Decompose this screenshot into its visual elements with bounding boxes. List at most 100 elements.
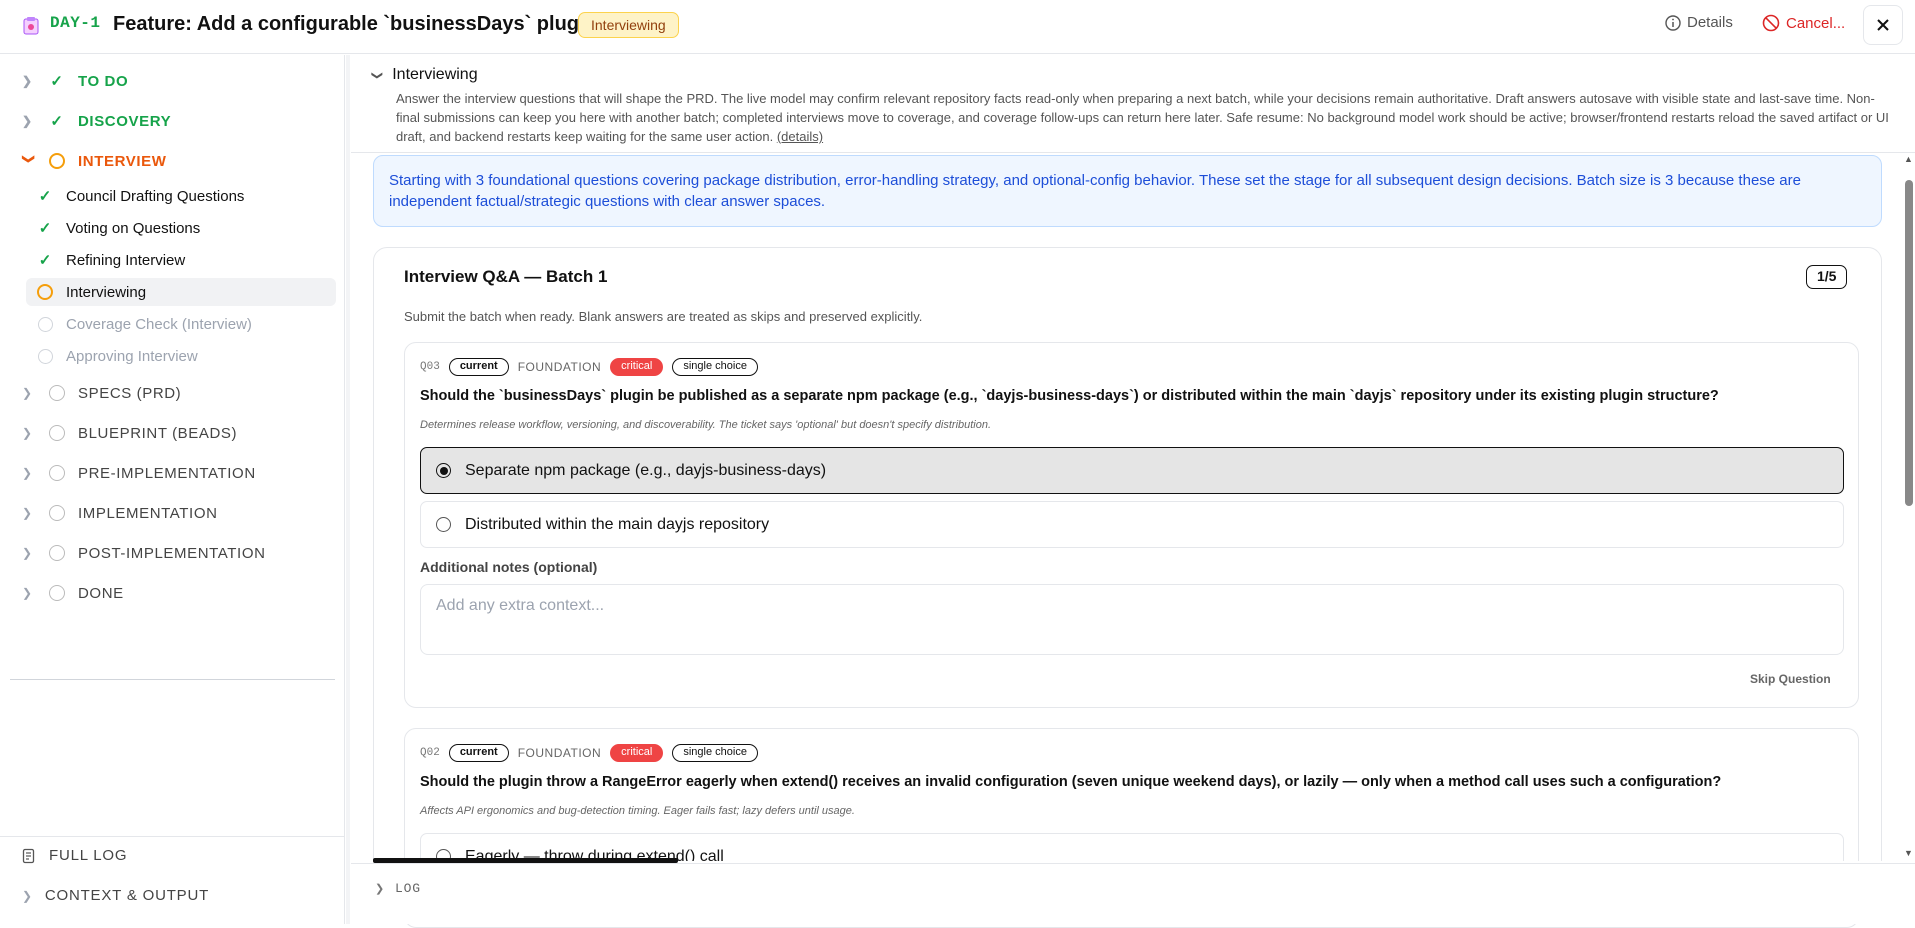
log-divider: [351, 863, 1915, 864]
step-label: Refining Interview: [66, 251, 186, 269]
kind-badge: single choice: [672, 358, 758, 376]
step-label: Council Drafting Questions: [66, 187, 245, 205]
phase-label: BLUEPRINT (BEADS): [78, 424, 238, 442]
phase-interview[interactable]: ❯ INTERVIEW: [22, 152, 166, 170]
step-coverage-check[interactable]: Coverage Check (Interview): [26, 310, 336, 338]
log-toggle[interactable]: ❯ LOG: [375, 881, 421, 896]
radio-selected-icon: [436, 463, 451, 478]
chevron-right-icon: ❯: [22, 386, 33, 400]
priority-badge: critical: [610, 744, 664, 762]
full-log-button[interactable]: FULL LOG: [22, 847, 127, 864]
notes-field[interactable]: [420, 584, 1844, 655]
category-label: FOUNDATION: [517, 746, 602, 760]
phase-intro-text: Answer the interview questions that will…: [396, 89, 1896, 146]
check-icon: ✓: [38, 188, 52, 205]
step-label: Approving Interview: [66, 347, 198, 365]
current-badge: current: [448, 744, 509, 762]
check-icon: ✓: [50, 73, 64, 90]
chevron-right-icon: ❯: [375, 883, 386, 896]
scroll-up-icon: ▲: [1904, 154, 1913, 164]
phase-to-do[interactable]: ❯ ✓ TO DO: [22, 72, 129, 91]
phase-label: TO DO: [78, 72, 129, 90]
phase-label: DONE: [78, 584, 124, 602]
answer-option[interactable]: Distributed within the main dayjs reposi…: [420, 501, 1844, 548]
pending-icon: [49, 425, 65, 441]
kind-badge: single choice: [672, 744, 758, 762]
batch-subtitle: Submit the batch when ready. Blank answe…: [404, 309, 923, 324]
step-approving[interactable]: Approving Interview: [26, 342, 336, 370]
pending-icon: [49, 385, 65, 401]
skip-question-button[interactable]: Skip Question: [1750, 672, 1831, 686]
footer-mask: [351, 861, 1915, 924]
step-label: Voting on Questions: [66, 219, 201, 237]
option-label: Distributed within the main dayjs reposi…: [465, 515, 770, 533]
step-voting[interactable]: ✓ Voting on Questions: [26, 214, 336, 242]
page-title: Feature: Add a configurable `businessDay…: [113, 13, 597, 35]
phase-done[interactable]: ❯ DONE: [22, 584, 124, 602]
phase-label: DISCOVERY: [78, 112, 172, 130]
phase-implementation[interactable]: ❯ IMPLEMENTATION: [22, 504, 218, 522]
step-label: Interviewing: [66, 283, 147, 301]
question-hint: Affects API ergonomics and bug-detection…: [420, 805, 855, 817]
notes-label: Additional notes (optional): [420, 559, 598, 575]
chevron-right-icon: ❯: [22, 888, 33, 903]
details-button[interactable]: Details: [1665, 14, 1733, 31]
question-meta: Q02 current FOUNDATION critical single c…: [420, 744, 758, 762]
batch-info-banner-visible: Starting with 3 foundational questions c…: [373, 155, 1882, 227]
phase-label: IMPLEMENTATION: [78, 504, 218, 522]
context-output-toggle[interactable]: ❯ CONTEXT & OUTPUT: [22, 887, 209, 904]
step-label: Coverage Check (Interview): [66, 315, 252, 333]
vertical-scrollbar[interactable]: ▲ ▼: [1904, 154, 1914, 860]
chevron-right-icon: ❯: [22, 466, 33, 480]
chevron-right-icon: ❯: [22, 586, 33, 600]
details-link[interactable]: (details): [777, 129, 823, 144]
answer-option[interactable]: Separate npm package (e.g., dayjs-busine…: [420, 447, 1844, 494]
status-badge: Interviewing: [578, 12, 679, 38]
phase-post-implementation[interactable]: ❯ POST-IMPLEMENTATION: [22, 544, 266, 562]
step-refining[interactable]: ✓ Refining Interview: [26, 246, 336, 274]
question-text: Should the `businessDays` plugin be publ…: [420, 388, 1719, 404]
priority-badge: critical: [610, 358, 664, 376]
intro-description: Answer the interview questions that will…: [396, 91, 1889, 144]
question-id: Q02: [420, 747, 440, 759]
phase-discovery[interactable]: ❯ ✓ DISCOVERY: [22, 112, 172, 131]
radio-icon: [436, 517, 451, 532]
batch-card: Interview Q&A — Batch 1 1/5 Submit the b…: [373, 247, 1882, 928]
step-council-drafting[interactable]: ✓ Council Drafting Questions: [26, 182, 336, 210]
chevron-down-icon: ❯: [22, 154, 36, 165]
phase-label: PRE-IMPLEMENTATION: [78, 464, 256, 482]
phase-specs[interactable]: ❯ SPECS (PRD): [22, 384, 181, 402]
phase-label: SPECS (PRD): [78, 384, 182, 402]
sidebar-resize-handle[interactable]: [346, 55, 350, 924]
close-button[interactable]: [1863, 5, 1903, 45]
batch-progress-badge: 1/5: [1806, 265, 1848, 289]
full-log-label: FULL LOG: [49, 847, 128, 864]
phase-label: INTERVIEW: [78, 152, 167, 170]
question-id: Q03: [420, 361, 440, 373]
log-label: LOG: [395, 881, 421, 896]
details-label: Details: [1687, 14, 1733, 31]
sidebar-footer-divider: [0, 836, 345, 837]
phase-blueprint[interactable]: ❯ BLUEPRINT (BEADS): [22, 424, 237, 442]
phase-intro-toggle[interactable]: ❯ Interviewing: [371, 66, 478, 84]
scroll-down-icon: ▼: [1904, 848, 1913, 858]
pending-icon: [49, 545, 65, 561]
cancel-label: Cancel...: [1786, 14, 1846, 32]
check-icon: ✓: [38, 220, 52, 237]
phase-pre-implementation[interactable]: ❯ PRE-IMPLEMENTATION: [22, 464, 256, 482]
category-label: FOUNDATION: [517, 360, 602, 374]
phase-intro-title: Interviewing: [392, 66, 478, 83]
question-text: Should the plugin throw a RangeError eag…: [420, 774, 1722, 790]
workflow-sidebar: ❯ ✓ TO DO ❯ ✓ DISCOVERY ❯ INTERVIEW ✓ Co…: [0, 55, 345, 924]
step-interviewing[interactable]: Interviewing: [26, 278, 336, 306]
chevron-down-icon: ❯: [371, 70, 384, 80]
chevron-right-icon: ❯: [22, 506, 33, 520]
ban-icon: [1762, 14, 1780, 32]
pending-icon: [37, 348, 53, 364]
pending-icon: [37, 316, 53, 332]
cancel-button[interactable]: Cancel...: [1762, 14, 1845, 32]
top-bar: DAY-1 Feature: Add a configurable `busin…: [0, 0, 1915, 54]
close-icon: [1877, 19, 1889, 31]
phase-label: POST-IMPLEMENTATION: [78, 544, 266, 562]
scrollbar-thumb[interactable]: [1905, 180, 1913, 506]
